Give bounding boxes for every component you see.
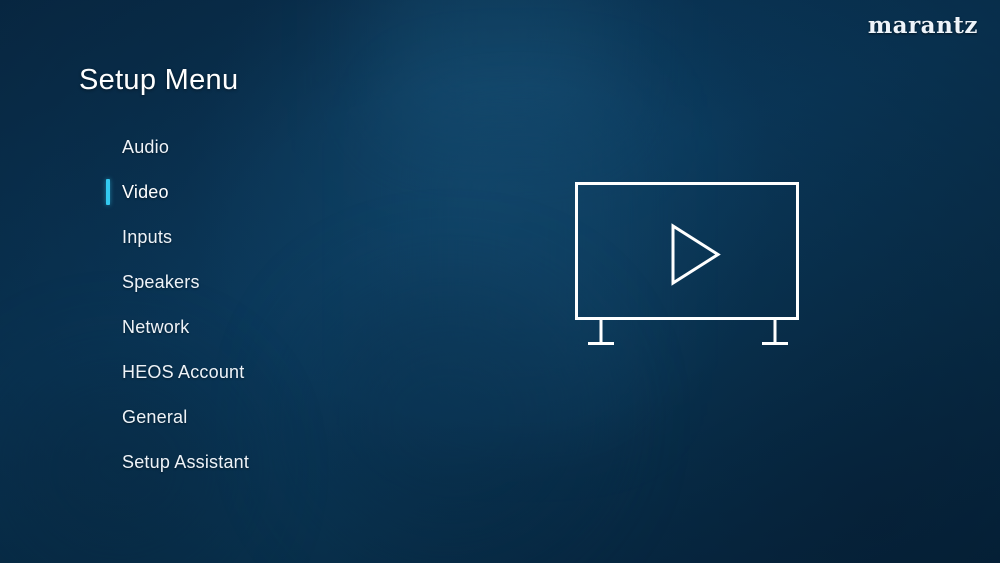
menu-item-label: Video [122,181,169,202]
menu-item-speakers[interactable]: Speakers [106,266,386,298]
menu-item-label: General [122,406,188,427]
menu-item-label: Setup Assistant [122,451,250,472]
menu-item-label: Network [122,316,190,337]
setup-menu-list: Audio Video Inputs Speakers Network HEOS… [106,131,386,478]
menu-item-setup-assistant[interactable]: Setup Assistant [106,446,386,478]
setup-menu-screen: marantz Setup Menu Audio Video Inputs Sp… [0,0,1000,563]
selection-indicator [106,179,110,205]
menu-item-label: Audio [122,136,170,157]
menu-item-label: Inputs [122,226,173,247]
menu-item-general[interactable]: General [106,401,386,433]
tv-play-icon [560,168,820,358]
menu-item-video[interactable]: Video [106,176,386,208]
page-title: Setup Menu [79,64,239,96]
menu-item-label: Speakers [122,271,200,292]
menu-item-label: HEOS Account [122,361,245,382]
menu-item-network[interactable]: Network [106,311,386,343]
menu-item-heos-account[interactable]: HEOS Account [106,356,386,388]
menu-item-inputs[interactable]: Inputs [106,221,386,253]
menu-item-audio[interactable]: Audio [106,131,386,163]
marantz-logo: marantz [867,12,978,39]
